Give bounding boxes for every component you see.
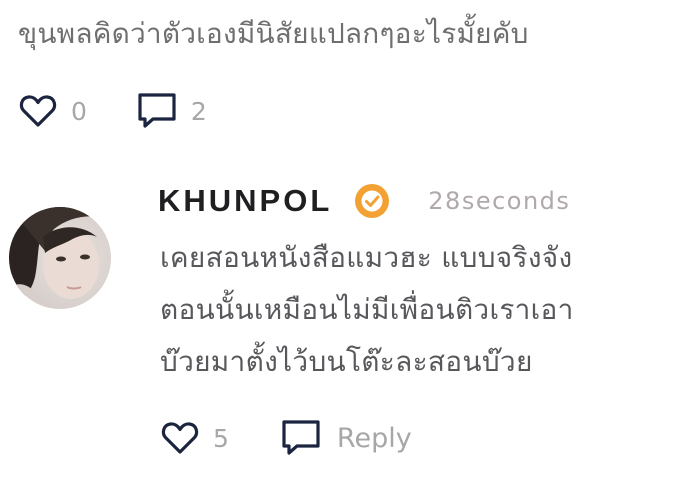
reply-label: Reply xyxy=(336,422,412,454)
reply-like-button[interactable]: 5 xyxy=(161,421,229,455)
comment-count: 2 xyxy=(190,96,207,126)
reply-text-line: บ๊วยมาตั้งไว้บนโต๊ะละสอนบ๊วย xyxy=(160,345,533,378)
avatar[interactable] xyxy=(9,207,111,309)
speech-bubble-icon xyxy=(281,419,321,457)
speech-bubble-icon xyxy=(137,92,177,130)
reply-header: KHUNPOL 28seconds xyxy=(158,180,570,222)
reply-like-count: 5 xyxy=(213,423,229,453)
like-count: 0 xyxy=(71,96,87,126)
username[interactable]: KHUNPOL xyxy=(158,183,332,219)
heart-outline-icon xyxy=(19,94,57,128)
timestamp: 28seconds xyxy=(428,187,571,215)
comment-button[interactable]: 2 xyxy=(137,92,207,130)
parent-comment-text: ขุนพลคิดว่าตัวเองมีนิสัยแปลกๆอะไรมั้ยคับ xyxy=(18,17,529,50)
like-button[interactable]: 0 xyxy=(19,94,87,128)
reply-actions: 5 Reply xyxy=(161,417,412,459)
heart-outline-icon xyxy=(161,421,199,455)
reply-text-line: เคยสอนหนังสือแมวฮะ แบบจริงจัง xyxy=(160,241,573,274)
reply-button[interactable]: Reply xyxy=(281,419,412,457)
verified-badge-icon xyxy=(354,183,390,219)
parent-comment-actions: 0 2 xyxy=(19,90,207,132)
reply-text: เคยสอนหนังสือแมวฮะ แบบจริงจัง ตอนนั้นเหม… xyxy=(160,232,670,388)
reply-text-line: ตอนนั้นเหมือนไม่มีเพื่อนติวเราเอา xyxy=(160,293,574,326)
